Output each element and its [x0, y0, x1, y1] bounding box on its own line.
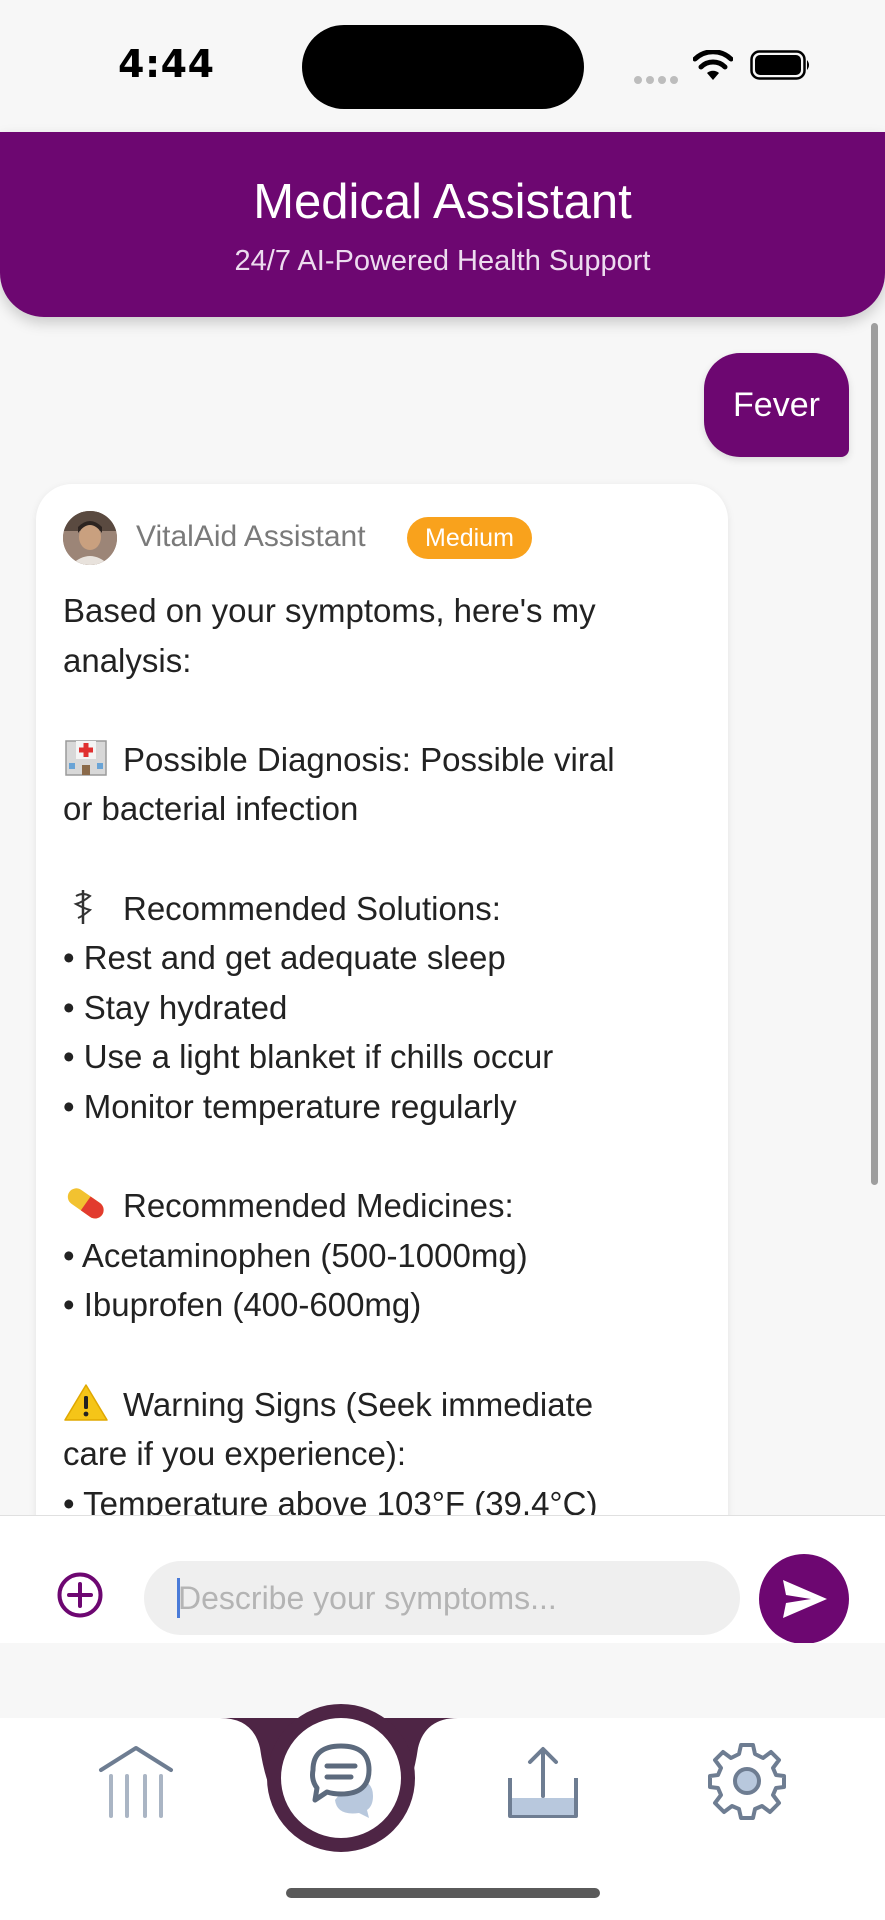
assistant-avatar: [63, 511, 117, 565]
warning-heading: Warning Signs (Seek immediate: [63, 1380, 703, 1430]
status-bar: 4:44: [0, 0, 885, 132]
medicine-item: • Ibuprofen (400-600mg): [63, 1286, 422, 1324]
diagnosis-heading: Possible Diagnosis: Possible viral: [63, 735, 703, 785]
hospital-icon: [65, 740, 107, 776]
cellular-signal-icon: [634, 71, 682, 89]
medical-symbol-icon: [73, 889, 93, 924]
solution-item: • Stay hydrated: [63, 988, 288, 1026]
solution-item: • Rest and get adequate sleep: [63, 939, 506, 977]
dynamic-island: [302, 25, 584, 109]
solution-item: • Monitor temperature regularly: [63, 1087, 517, 1125]
medicines-heading: Recommended Medicines:: [63, 1181, 703, 1231]
message-line: analysis:: [63, 641, 192, 679]
warning-item: • Temperature above 103°F (39.4°C): [63, 1484, 598, 1515]
user-message-bubble: Fever: [704, 353, 849, 457]
assistant-message-text: Based on your symptoms, here's my analys…: [63, 586, 703, 1515]
message-input-bar: [0, 1515, 885, 1644]
chat-area[interactable]: Fever VitalAid Assistant Medium Based on…: [0, 317, 885, 1515]
spacer: [0, 1643, 885, 1718]
wifi-icon: [693, 50, 733, 80]
symptoms-input[interactable]: [144, 1561, 740, 1635]
nav-settings-icon[interactable]: [706, 1740, 788, 1822]
severity-badge: Medium: [407, 517, 532, 559]
medicine-item: • Acetaminophen (500-1000mg): [63, 1236, 528, 1274]
text-caret: [177, 1578, 180, 1618]
pill-icon: [67, 1188, 104, 1219]
status-time: 4:44: [118, 42, 215, 86]
message-line: Based on your symptoms, here's my: [63, 592, 596, 629]
page-title: Medical Assistant: [253, 175, 632, 229]
chat-scrollbar[interactable]: [871, 323, 878, 1185]
solutions-heading: Recommended Solutions:: [63, 884, 703, 934]
send-icon: [783, 1580, 827, 1618]
assistant-name: VitalAid Assistant: [136, 520, 366, 553]
nav-item-chat[interactable]: [267, 1704, 415, 1852]
page-subtitle: 24/7 AI-Powered Health Support: [234, 245, 651, 277]
nav-share-icon[interactable]: [502, 1740, 584, 1822]
send-button[interactable]: [759, 1554, 849, 1644]
chat-icon: [310, 1743, 373, 1818]
avatar-image: [63, 511, 117, 565]
message-line: or bacterial infection: [63, 790, 359, 828]
message-line: care if you experience):: [63, 1435, 407, 1473]
battery-icon: [750, 50, 809, 80]
app-header: Medical Assistant 24/7 AI-Powered Health…: [0, 132, 885, 317]
assistant-message-card: VitalAid Assistant Medium Based on your …: [36, 484, 728, 1515]
nav-home-icon[interactable]: [95, 1740, 177, 1822]
warning-icon: [64, 1383, 108, 1421]
add-attachment-button[interactable]: [56, 1571, 104, 1619]
solution-item: • Use a light blanket if chills occur: [63, 1038, 554, 1076]
home-indicator[interactable]: [286, 1888, 600, 1898]
